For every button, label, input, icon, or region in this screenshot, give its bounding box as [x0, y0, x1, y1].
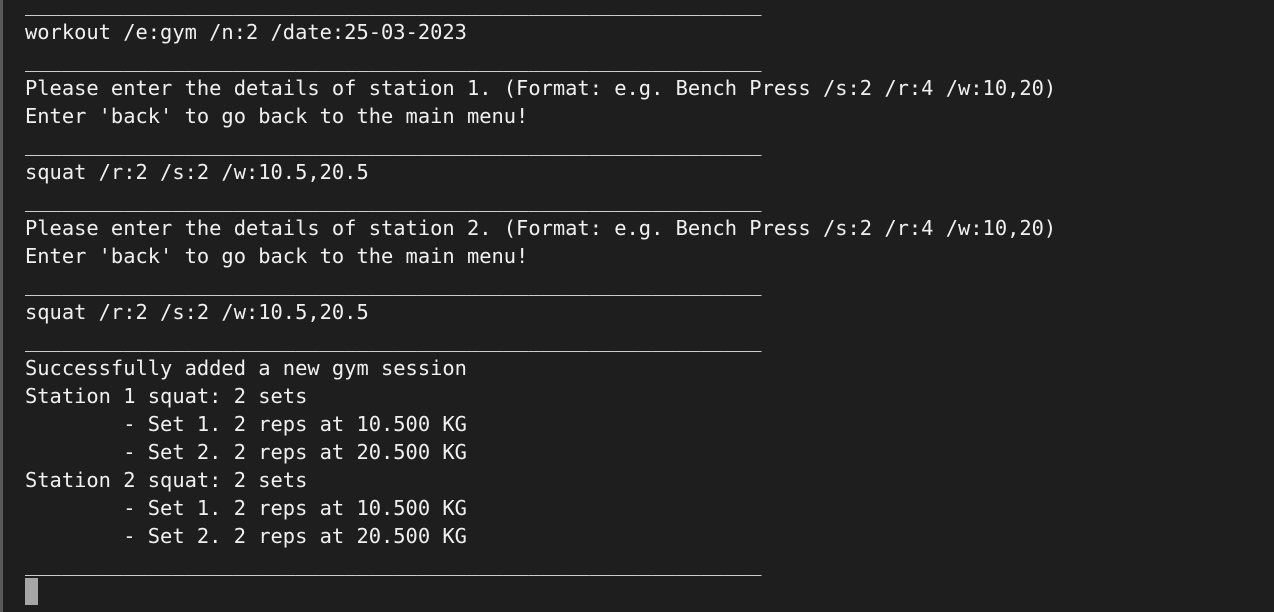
prompt-line: Enter 'back' to go back to the main menu…	[25, 244, 529, 268]
separator-line: ________________________________________…	[25, 272, 762, 296]
prompt-line: Enter 'back' to go back to the main menu…	[25, 104, 529, 128]
separator-line: ________________________________________…	[25, 0, 762, 16]
output-line: - Set 1. 2 reps at 10.500 KG	[25, 496, 467, 520]
command-line: squat /r:2 /s:2 /w:10.5,20.5	[25, 300, 369, 324]
command-line: workout /e:gym /n:2 /date:25-03-2023	[25, 20, 467, 44]
output-line: Successfully added a new gym session	[25, 356, 467, 380]
text-cursor[interactable]	[25, 578, 38, 605]
terminal-output: ________________________________________…	[25, 0, 1056, 578]
output-line: Station 2 squat: 2 sets	[25, 468, 308, 492]
window-edge	[0, 0, 3, 612]
command-line: squat /r:2 /s:2 /w:10.5,20.5	[25, 160, 369, 184]
separator-line: ________________________________________…	[25, 328, 762, 352]
separator-line: ________________________________________…	[25, 552, 762, 576]
separator-line: ________________________________________…	[25, 132, 762, 156]
prompt-line: Please enter the details of station 1. (…	[25, 76, 1057, 100]
separator-line: ________________________________________…	[25, 48, 762, 72]
prompt-line: Please enter the details of station 2. (…	[25, 216, 1057, 240]
output-line: Station 1 squat: 2 sets	[25, 384, 308, 408]
output-line: - Set 2. 2 reps at 20.500 KG	[25, 524, 467, 548]
output-line: - Set 1. 2 reps at 10.500 KG	[25, 412, 467, 436]
separator-line: ________________________________________…	[25, 188, 762, 212]
terminal-window[interactable]: ________________________________________…	[0, 0, 1274, 612]
output-line: - Set 2. 2 reps at 20.500 KG	[25, 440, 467, 464]
